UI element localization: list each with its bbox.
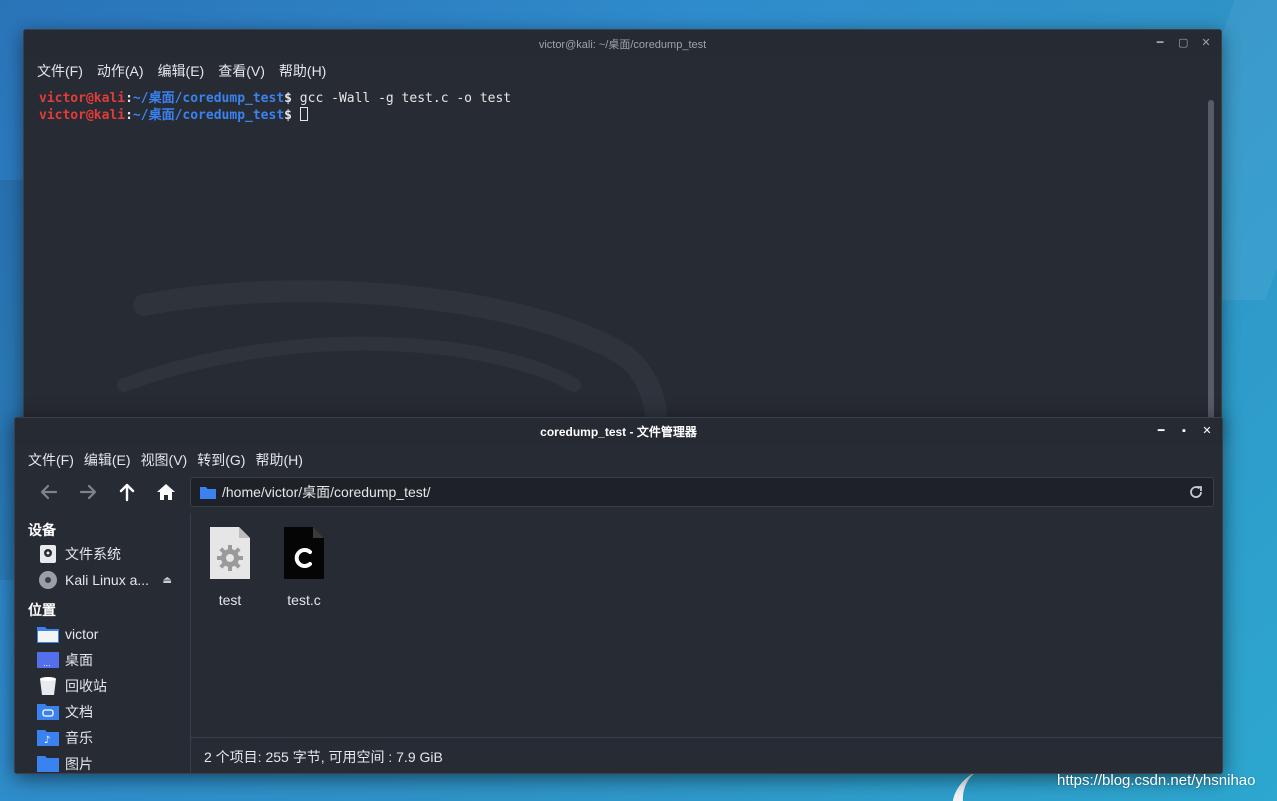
file-manager-window-controls: ━ ▪ ✕ bbox=[1156, 418, 1212, 445]
file-manager-menubar: 文件(F) 编辑(E) 视图(V) 转到(G) 帮助(H) bbox=[15, 445, 1222, 475]
sidebar-item-label: Kali Linux a... bbox=[65, 572, 150, 588]
arrow-left-icon bbox=[40, 484, 57, 500]
arrow-right-icon bbox=[79, 484, 96, 500]
folder-icon bbox=[200, 486, 216, 499]
c-source-file-icon bbox=[284, 527, 324, 579]
file-manager-title: coredump_test - 文件管理器 bbox=[540, 425, 697, 439]
address-bar[interactable]: /home/victor/桌面/coredump_test/ bbox=[190, 477, 1214, 507]
file-manager-toolbar: /home/victor/桌面/coredump_test/ bbox=[15, 475, 1222, 509]
sidebar-item-kali-disc[interactable]: Kali Linux a... ⏏ bbox=[15, 567, 190, 593]
prompt-path: ~/桌面/coredump_test bbox=[132, 108, 285, 123]
terminal-window[interactable]: victor@kali: ~/桌面/coredump_test ━ ▢ ✕ 文件… bbox=[23, 29, 1222, 429]
executable-file-icon bbox=[210, 527, 250, 579]
sidebar-item-label: 图片 bbox=[65, 756, 93, 772]
text-cursor bbox=[299, 107, 308, 121]
file-view[interactable]: test test.c 2 个项目: 255 字节, 可用空间 : 7.9 Gi… bbox=[191, 513, 1222, 773]
documents-folder-icon bbox=[37, 702, 59, 722]
up-button[interactable] bbox=[107, 477, 146, 507]
file-manager-body: 设备 文件系统 Kali Linux a... ⏏ 位置 victor ... … bbox=[15, 513, 1222, 773]
sidebar-item-trash[interactable]: 回收站 bbox=[15, 673, 190, 699]
menu-help[interactable]: 帮助(H) bbox=[252, 450, 305, 470]
status-bar: 2 个项目: 255 字节, 可用空间 : 7.9 GiB bbox=[191, 737, 1222, 773]
maximize-button[interactable]: ▪ bbox=[1179, 426, 1189, 437]
terminal-window-controls: ━ ▢ ✕ bbox=[1155, 30, 1211, 57]
file-name: test bbox=[218, 592, 242, 608]
prompt-user: victor@kali bbox=[39, 91, 126, 106]
prompt-user: victor@kali bbox=[39, 108, 126, 123]
file-item-test-c[interactable]: test.c bbox=[269, 525, 339, 608]
sidebar-item-filesystem[interactable]: 文件系统 bbox=[15, 541, 190, 567]
home-folder-icon bbox=[37, 624, 59, 644]
menu-help[interactable]: 帮助(H) bbox=[276, 61, 329, 81]
command-text bbox=[292, 108, 300, 123]
eject-icon[interactable]: ⏏ bbox=[163, 575, 172, 586]
arrow-up-icon bbox=[119, 483, 134, 502]
terminal-scrollbar[interactable] bbox=[1208, 100, 1214, 425]
terminal-title: victor@kali: ~/桌面/coredump_test bbox=[538, 38, 707, 51]
sidebar-item-label: 文档 bbox=[65, 704, 93, 720]
sidebar-item-label: 桌面 bbox=[65, 652, 93, 668]
prompt-dollar: $ bbox=[284, 91, 292, 106]
svg-text:...: ... bbox=[43, 659, 51, 668]
menu-edit[interactable]: 编辑(E) bbox=[155, 61, 208, 81]
terminal-menubar: 文件(F) 动作(A) 编辑(E) 查看(V) 帮助(H) bbox=[24, 57, 1221, 85]
sidebar-item-documents[interactable]: 文档 bbox=[15, 699, 190, 725]
drive-icon bbox=[37, 544, 59, 564]
minimize-button[interactable]: ━ bbox=[1156, 426, 1166, 437]
sidebar-header-places: 位置 bbox=[28, 602, 56, 618]
menu-file[interactable]: 文件(F) bbox=[25, 450, 77, 470]
menu-view[interactable]: 查看(V) bbox=[215, 61, 268, 81]
file-view-scrollbar[interactable] bbox=[1213, 515, 1219, 735]
prompt-separator: : bbox=[125, 108, 133, 123]
kali-dragon-watermark bbox=[117, 280, 669, 428]
sidebar-header-devices: 设备 bbox=[28, 522, 56, 538]
maximize-button[interactable]: ▢ bbox=[1178, 38, 1188, 49]
close-button[interactable]: ✕ bbox=[1202, 426, 1212, 437]
sidebar-item-home[interactable]: victor bbox=[15, 621, 190, 647]
command-text: gcc -Wall -g test.c -o test bbox=[291, 91, 512, 106]
prompt-separator: : bbox=[125, 91, 133, 106]
file-item-test[interactable]: test bbox=[195, 525, 265, 608]
terminal-line: victor@kali:~/桌面/coredump_test$ bbox=[39, 107, 1221, 124]
file-manager-titlebar[interactable]: coredump_test - 文件管理器 ━ ▪ ✕ bbox=[15, 418, 1222, 445]
forward-button[interactable] bbox=[68, 477, 107, 507]
sidebar-item-label: 回收站 bbox=[65, 678, 107, 694]
menu-go[interactable]: 转到(G) bbox=[194, 450, 248, 470]
close-button[interactable]: ✕ bbox=[1201, 38, 1211, 49]
terminal-line: victor@kali:~/桌面/coredump_test$ gcc -Wal… bbox=[39, 91, 1221, 107]
menu-view[interactable]: 视图(V) bbox=[138, 450, 191, 470]
sidebar-item-label: 文件系统 bbox=[65, 546, 121, 562]
pictures-folder-icon bbox=[37, 754, 59, 773]
sidebar-item-music[interactable]: ♪ 音乐 bbox=[15, 725, 190, 751]
home-icon bbox=[156, 484, 175, 500]
prompt-dollar: $ bbox=[284, 108, 292, 123]
refresh-icon[interactable] bbox=[1188, 484, 1204, 500]
terminal-output[interactable]: victor@kali:~/桌面/coredump_test$ gcc -Wal… bbox=[24, 85, 1221, 428]
menu-actions[interactable]: 动作(A) bbox=[94, 61, 147, 81]
minimize-button[interactable]: ━ bbox=[1155, 38, 1165, 49]
sidebar-item-label: victor bbox=[65, 626, 99, 642]
home-button[interactable] bbox=[146, 477, 185, 507]
music-folder-icon: ♪ bbox=[37, 728, 59, 748]
menu-edit[interactable]: 编辑(E) bbox=[81, 450, 134, 470]
sidebar-item-desktop[interactable]: ... 桌面 bbox=[15, 647, 190, 673]
sidebar-item-label: 音乐 bbox=[65, 730, 93, 746]
address-path: /home/victor/桌面/coredump_test/ bbox=[222, 484, 431, 500]
menu-file[interactable]: 文件(F) bbox=[34, 61, 86, 81]
sidebar: 设备 文件系统 Kali Linux a... ⏏ 位置 victor ... … bbox=[15, 513, 191, 773]
prompt-path: ~/桌面/coredump_test bbox=[132, 91, 285, 106]
file-name: test.c bbox=[287, 592, 321, 608]
desktop-folder-icon: ... bbox=[37, 650, 59, 670]
watermark-text: https://blog.csdn.net/yhsnihao bbox=[1057, 772, 1256, 789]
file-manager-window[interactable]: coredump_test - 文件管理器 ━ ▪ ✕ 文件(F) 编辑(E) … bbox=[14, 417, 1223, 774]
svg-text:♪: ♪ bbox=[44, 735, 50, 746]
disc-icon bbox=[37, 570, 59, 590]
back-button[interactable] bbox=[29, 477, 68, 507]
terminal-titlebar[interactable]: victor@kali: ~/桌面/coredump_test ━ ▢ ✕ bbox=[24, 30, 1221, 57]
sidebar-item-pictures[interactable]: 图片 bbox=[15, 751, 190, 773]
trash-icon bbox=[37, 676, 59, 696]
